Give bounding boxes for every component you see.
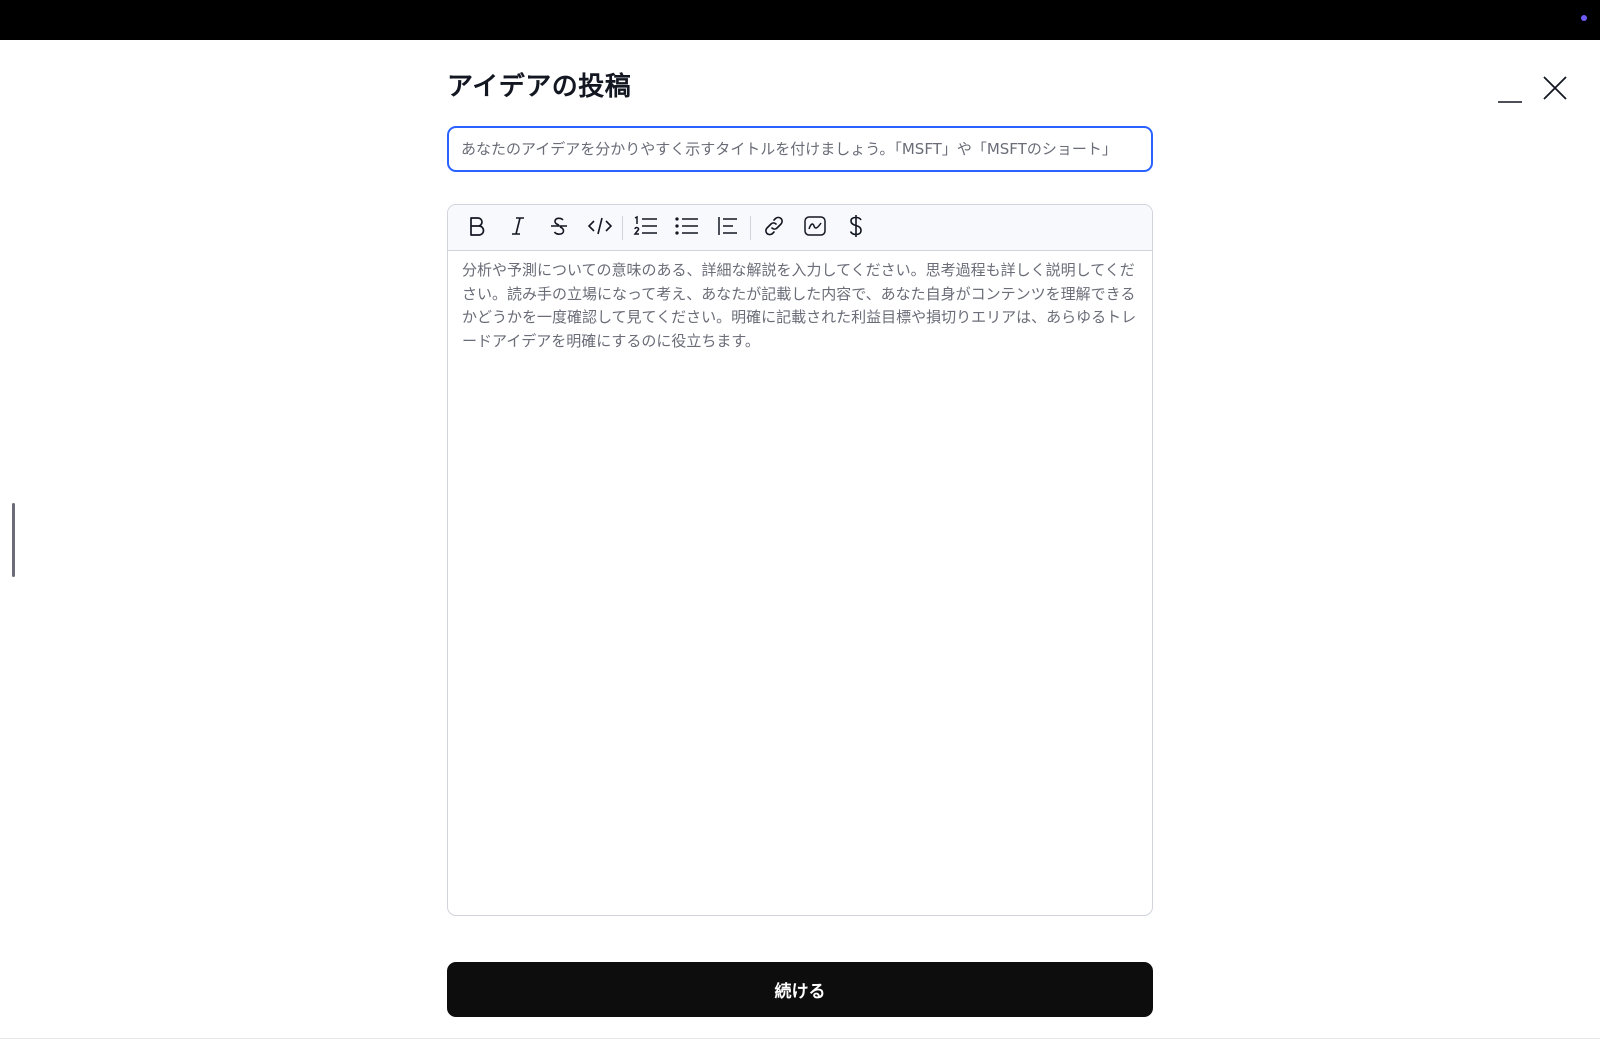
idea-title-input[interactable] bbox=[447, 126, 1153, 172]
link-button[interactable] bbox=[757, 211, 791, 245]
italic-icon bbox=[507, 215, 529, 241]
top-bar bbox=[0, 0, 1600, 40]
ordered-list-button[interactable] bbox=[629, 211, 663, 245]
bullet-list-button[interactable] bbox=[670, 211, 704, 245]
status-dot bbox=[1581, 15, 1587, 21]
strikethrough-button[interactable] bbox=[542, 211, 576, 245]
resize-handle[interactable] bbox=[12, 503, 15, 577]
close-button[interactable] bbox=[1542, 75, 1572, 105]
italic-button[interactable] bbox=[501, 211, 535, 245]
code-icon bbox=[587, 215, 613, 241]
link-icon bbox=[762, 215, 786, 241]
toolbar-divider bbox=[622, 215, 623, 240]
strikethrough-icon bbox=[548, 215, 570, 241]
symbol-button[interactable] bbox=[839, 211, 873, 245]
chart-icon bbox=[803, 215, 827, 241]
bold-button[interactable] bbox=[460, 211, 494, 245]
minimize-icon bbox=[1497, 82, 1527, 108]
code-button[interactable] bbox=[583, 211, 617, 245]
quote-icon bbox=[716, 215, 740, 241]
toolbar-divider bbox=[750, 215, 751, 240]
description-textarea[interactable]: 分析や予測についての意味のある、詳細な解説を入力してください。思考過程も詳しく説… bbox=[448, 251, 1152, 915]
continue-button[interactable]: 続ける bbox=[447, 962, 1153, 1017]
bottom-divider bbox=[0, 1038, 1600, 1039]
ordered-list-icon bbox=[633, 215, 659, 241]
bullet-list-icon bbox=[674, 215, 700, 241]
minimize-button[interactable] bbox=[1497, 82, 1527, 112]
dollar-icon bbox=[845, 214, 867, 242]
chart-button[interactable] bbox=[798, 211, 832, 245]
bold-icon bbox=[466, 215, 488, 241]
close-icon bbox=[1542, 75, 1572, 101]
description-placeholder: 分析や予測についての意味のある、詳細な解説を入力してください。思考過程も詳しく説… bbox=[462, 261, 1137, 350]
description-editor: 分析や予測についての意味のある、詳細な解説を入力してください。思考過程も詳しく説… bbox=[447, 204, 1153, 916]
modal-title: アイデアの投稿 bbox=[447, 72, 632, 102]
quote-button[interactable] bbox=[711, 211, 745, 245]
formatting-toolbar bbox=[448, 205, 1152, 251]
